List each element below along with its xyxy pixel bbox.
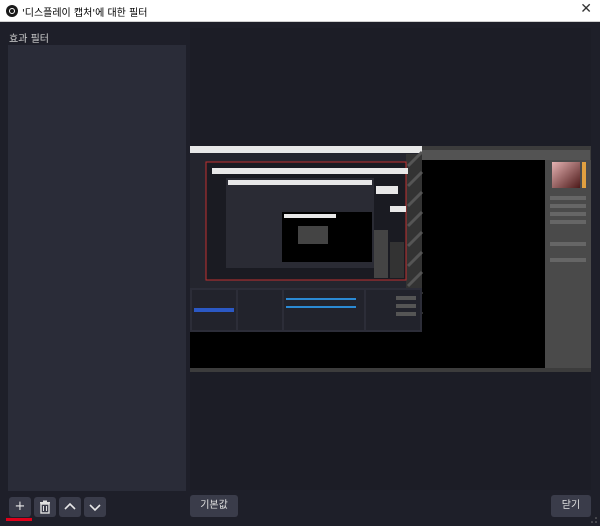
add-button-highlight (6, 518, 32, 521)
trash-icon (40, 500, 50, 514)
reset-defaults-button[interactable]: 기본값 (190, 495, 238, 517)
filter-list[interactable] (8, 45, 186, 491)
move-up-button[interactable] (59, 497, 81, 517)
obs-app-icon (6, 5, 18, 17)
screen-capture-thumbnail (190, 146, 591, 372)
title-bar: '디스플레이 캡처'에 대한 필터 ✕ (0, 0, 600, 22)
resize-grip-icon[interactable] (590, 516, 598, 524)
chevron-down-icon (89, 504, 101, 512)
close-button[interactable]: 닫기 (551, 495, 591, 517)
window-title: '디스플레이 캡처'에 대한 필터 (22, 8, 148, 19)
move-down-button[interactable] (84, 497, 106, 517)
filters-section-label: 효과 필터 (9, 34, 49, 45)
remove-filter-button[interactable] (34, 497, 56, 517)
close-icon[interactable]: ✕ (580, 1, 592, 17)
plus-icon: + (14, 499, 26, 514)
source-preview-image (190, 146, 591, 372)
chevron-up-icon (64, 502, 76, 510)
add-filter-button[interactable]: + (9, 497, 31, 517)
